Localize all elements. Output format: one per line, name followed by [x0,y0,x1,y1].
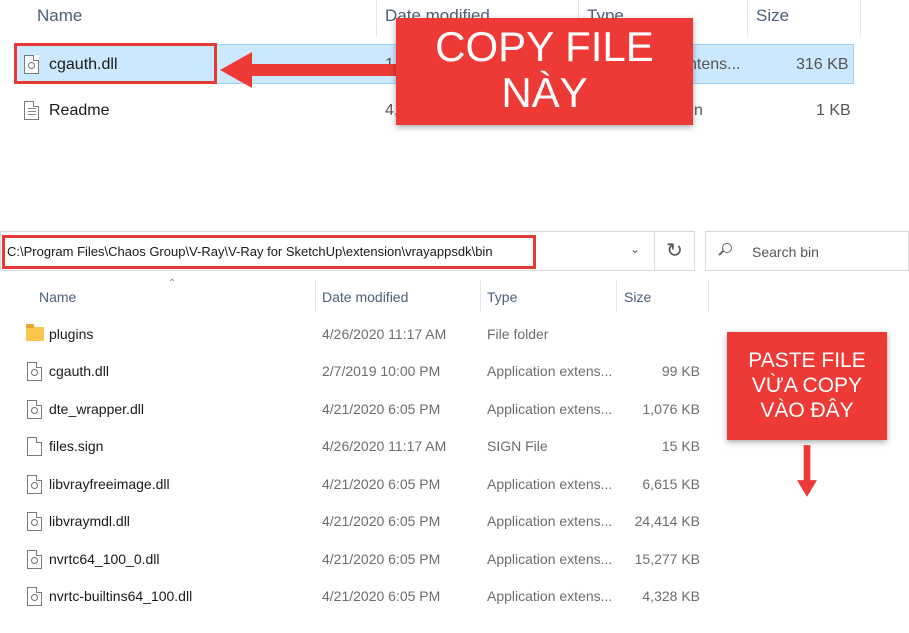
dll-file-icon [27,400,42,419]
file-type: SIGN File [487,438,548,454]
file-name: cgauth.dll [49,363,109,379]
search-box[interactable]: Search bin [705,231,909,271]
file-name: Readme [49,102,110,119]
file-date: 4/26/2020 11:17 AM [322,438,447,454]
dll-file-icon [27,475,42,494]
list-item[interactable]: dte_wrapper.dll 4/21/2020 6:05 PM Applic… [0,391,720,428]
sort-up-icon: ⌃ [196,0,204,5]
callout-text: VÀO ĐÂY [760,399,854,422]
file-date: 4/26/2020 11:17 AM [322,326,447,342]
search-placeholder: Search bin [752,244,819,260]
highlight-box-path [2,235,536,269]
file-name: nvrtc64_100_0.dll [49,551,160,567]
column-size[interactable]: Size [624,289,651,305]
bottom-column-header: ⌃ Name Date modified Type Size [0,278,710,312]
chevron-down-icon[interactable]: ⌄ [630,242,640,256]
file-size: 6,615 KB [642,476,700,492]
list-item[interactable]: files.sign 4/26/2020 11:17 AM SIGN File … [0,428,720,465]
arrow-down-icon [797,445,817,497]
column-name[interactable]: Name [39,289,76,305]
refresh-icon: ↻ [666,240,683,262]
file-type: Application extens... [487,513,613,529]
column-date-modified[interactable]: Date modified [322,289,408,305]
file-date: 4/21/2020 6:05 PM [322,551,441,567]
file-type: Application extens... [487,476,613,492]
column-divider[interactable] [708,280,709,312]
dll-file-icon [27,362,42,381]
arrow-left-icon [220,52,402,88]
refresh-button[interactable]: ↻ [655,231,695,271]
dll-file-icon [27,587,42,606]
generic-file-icon [27,437,42,456]
file-type: Application extens... [487,588,613,604]
file-name: dte_wrapper.dll [49,401,144,417]
file-name: plugins [49,326,94,342]
callout-text: VỪA COPY [751,374,863,397]
file-date: 2/7/2019 10:00 PM [322,363,441,379]
file-size: 4,328 KB [642,588,700,604]
paste-file-callout: PASTE FILE VỪA COPY VÀO ĐÂY [727,332,887,440]
list-item[interactable]: plugins 4/26/2020 11:17 AM File folder [0,316,720,353]
file-size: 1,076 KB [642,401,700,417]
file-size: 15 KB [661,438,700,454]
list-item[interactable]: libvraymdl.dll 4/21/2020 6:05 PM Applica… [0,503,720,540]
file-date: 4/21/2020 6:05 PM [322,588,441,604]
column-size[interactable]: Size [756,6,789,26]
column-divider[interactable] [860,0,861,36]
column-divider[interactable] [315,280,316,312]
highlight-box-source-file [14,43,217,84]
file-date: 4/21/2020 6:05 PM [322,513,441,529]
folder-icon [26,324,44,341]
file-size: 24,414 KB [634,513,700,529]
list-item[interactable]: cgauth.dll 2/7/2019 10:00 PM Application… [0,353,720,390]
copy-file-callout: COPY FILE NÀY [396,18,693,125]
file-name: libvraymdl.dll [49,513,130,529]
column-divider[interactable] [376,0,377,36]
dll-file-icon [27,550,42,569]
list-item[interactable]: nvrtc-builtins64_100.dll 4/21/2020 6:05 … [0,578,720,615]
callout-text: COPY FILE [435,23,654,70]
file-name: files.sign [49,438,104,454]
file-size: 15,277 KB [634,551,700,567]
file-type: Application extens... [487,551,613,567]
file-type: ntens... [688,56,741,73]
list-item[interactable]: libvrayfreeimage.dll 4/21/2020 6:05 PM A… [0,466,720,503]
column-name[interactable]: Name [37,6,82,26]
column-divider[interactable] [480,280,481,312]
callout-text: NÀY [501,69,588,116]
dll-file-icon [27,512,42,531]
callout-text: PASTE FILE [748,349,866,372]
file-type: Application extens... [487,363,613,379]
column-divider[interactable] [616,280,617,312]
file-date: 4/21/2020 6:05 PM [322,476,441,492]
file-name: nvrtc-builtins64_100.dll [49,588,193,604]
search-icon [722,243,732,253]
file-size: 316 KB [796,56,849,73]
sort-up-icon: ⌃ [168,278,177,289]
file-date: 4/21/2020 6:05 PM [322,401,441,417]
file-type: Application extens... [487,401,613,417]
file-name: libvrayfreeimage.dll [49,476,170,492]
column-divider[interactable] [747,0,748,36]
file-type: n [694,102,703,119]
file-size: 1 KB [816,102,851,119]
column-type[interactable]: Type [487,289,517,305]
list-item[interactable]: nvrtc64_100_0.dll 4/21/2020 6:05 PM Appl… [0,541,720,578]
file-type: File folder [487,326,549,342]
file-size: 99 KB [661,363,700,379]
